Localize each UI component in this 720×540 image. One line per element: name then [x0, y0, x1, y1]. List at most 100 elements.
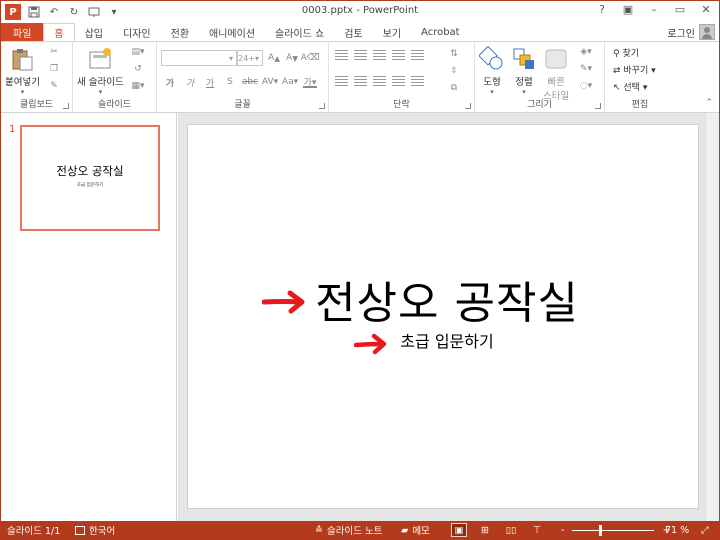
zoom-level[interactable]: 71 % [665, 525, 689, 536]
tab-review[interactable]: 검토 [334, 23, 372, 41]
group-slides: 새 슬라이드 ▾ ▤▾ ↺ ▦▾ 슬라이드 [73, 42, 157, 112]
shape-effects-icon[interactable]: ◌▾ [579, 80, 593, 92]
paragraph-launcher-icon[interactable] [465, 103, 471, 109]
shadow-icon[interactable]: S [223, 76, 237, 88]
quick-access-toolbar: P ↶ ↻ ▾ [1, 4, 121, 20]
smartart-icon[interactable]: ⧉ [447, 82, 461, 94]
line-spacing-icon[interactable] [411, 50, 424, 61]
collapse-ribbon-icon[interactable]: ⌃ [705, 98, 713, 108]
slide-thumbnail[interactable]: 전상오 공작실 초급 입문하기 [20, 125, 160, 231]
underline-icon[interactable]: 가 [203, 76, 217, 89]
slide-title[interactable]: 전상오 공작실 [188, 267, 698, 331]
font-launcher-icon[interactable] [319, 103, 325, 109]
slideshow-view-icon[interactable]: ⊤ [529, 523, 545, 537]
tab-file[interactable]: 파일 [1, 23, 44, 41]
redo-icon[interactable]: ↻ [67, 5, 81, 19]
new-slide-icon [89, 48, 112, 69]
close-button[interactable]: ✕ [697, 3, 715, 16]
justify-icon[interactable] [392, 76, 405, 87]
drawing-launcher-icon[interactable] [595, 103, 601, 109]
font-size-combo[interactable]: 24+ ▾ [237, 50, 263, 66]
powerpoint-logo-icon[interactable]: P [5, 4, 21, 20]
increase-font-icon[interactable]: A ▲ [267, 52, 281, 64]
zoom-controls: - + [561, 524, 670, 536]
shape-outline-icon[interactable]: ✎▾ [579, 63, 593, 75]
reset-icon[interactable]: ↺ [131, 63, 145, 75]
zoom-slider-thumb[interactable] [599, 524, 603, 536]
tab-animations[interactable]: 애니메이션 [199, 23, 265, 41]
format-painter-icon[interactable]: ✎ [47, 80, 61, 92]
save-icon[interactable] [27, 5, 41, 19]
slide-sorter-icon[interactable]: ⊞ [477, 523, 493, 537]
normal-view-icon[interactable]: ▣ [451, 523, 467, 537]
tab-insert[interactable]: 삽입 [75, 23, 113, 41]
reading-view-icon[interactable]: ▯▯ [503, 523, 519, 537]
tab-transitions[interactable]: 전환 [161, 23, 199, 41]
align-center-icon[interactable] [354, 76, 367, 87]
align-text-icon[interactable]: ⇳ [447, 65, 461, 77]
bullets-icon[interactable] [335, 50, 348, 61]
customize-qat-icon[interactable]: ▾ [107, 5, 121, 19]
tab-acrobat[interactable]: Acrobat [411, 23, 470, 41]
tab-slideshow[interactable]: 슬라이드 쇼 [265, 23, 334, 41]
zoom-out-button[interactable]: - [561, 525, 564, 536]
bold-icon[interactable]: 가 [163, 76, 177, 89]
clipboard-launcher-icon[interactable] [63, 103, 69, 109]
tab-design[interactable]: 디자인 [113, 23, 161, 41]
fit-slide-icon[interactable]: ⤢ [701, 525, 709, 536]
shapes-icon [479, 46, 503, 70]
decrease-font-icon[interactable]: A ▼ [285, 52, 299, 64]
minimize-button[interactable]: – [645, 3, 663, 16]
comments-button[interactable]: ▰ 메모 [401, 523, 430, 538]
tab-view[interactable]: 보기 [373, 23, 411, 41]
shape-fill-icon[interactable]: ◈▾ [579, 46, 593, 58]
avatar[interactable] [699, 24, 715, 40]
cut-icon[interactable]: ✂ [47, 46, 61, 58]
font-color-icon[interactable]: 가▾ [303, 76, 317, 88]
group-label-paragraph: 단락 [393, 100, 410, 110]
text-direction-icon[interactable]: ⇅ [447, 48, 461, 60]
notes-button[interactable]: ≙ 슬라이드 노트 [315, 523, 382, 538]
tab-home[interactable]: 홈 [43, 23, 75, 41]
zoom-slider[interactable] [572, 524, 655, 536]
ribbon-display-options-icon[interactable]: ▣ [619, 3, 637, 16]
slide-canvas[interactable]: 전상오 공작실 초급 입문하기 [187, 124, 699, 509]
find-button[interactable]: ⚲ 찾기 [613, 46, 639, 59]
paste-button[interactable]: 붙여넣기 ▾ [5, 46, 40, 96]
decrease-indent-icon[interactable] [373, 50, 386, 61]
vertical-scrollbar[interactable] [705, 113, 719, 521]
columns-icon[interactable] [411, 76, 424, 87]
font-name-combo[interactable]: ▾ [161, 50, 237, 66]
align-right-icon[interactable] [373, 76, 386, 87]
quick-styles-button[interactable]: 빠른 스타일 [543, 46, 569, 102]
copy-icon[interactable]: ❐ [47, 63, 61, 75]
strikethrough-icon[interactable]: abc [242, 76, 258, 88]
arrange-button[interactable]: 정렬 ▾ [511, 46, 537, 96]
language-indicator[interactable]: 한국어 [75, 523, 115, 537]
select-button[interactable]: ↖ 선택 ▾ [613, 80, 647, 93]
account-area[interactable]: 로그인 [667, 23, 715, 41]
align-left-icon[interactable] [335, 76, 348, 87]
italic-icon[interactable]: 가 [183, 76, 197, 89]
paste-dropdown-icon[interactable]: ▾ [21, 88, 25, 96]
restore-button[interactable]: ▭ [671, 3, 689, 16]
start-from-beginning-icon[interactable] [87, 5, 101, 19]
change-case-icon[interactable]: Aa▾ [282, 76, 298, 88]
character-spacing-icon[interactable]: AV▾ [262, 76, 278, 88]
replace-button[interactable]: ⇄ 바꾸기 ▾ [613, 63, 656, 76]
help-button[interactable]: ? [593, 3, 611, 16]
powerpoint-window: P ↶ ↻ ▾ 0003.pptx - PowerPoint ? ▣ – ▭ ✕… [0, 0, 720, 540]
increase-indent-icon[interactable] [392, 50, 405, 61]
new-slide-button[interactable]: 새 슬라이드 ▾ [77, 46, 124, 96]
undo-icon[interactable]: ↶ [47, 5, 61, 19]
login-link[interactable]: 로그인 [667, 25, 695, 40]
section-icon[interactable]: ▦▾ [131, 80, 145, 92]
layout-icon[interactable]: ▤▾ [131, 46, 145, 58]
numbering-icon[interactable] [354, 50, 367, 61]
group-label-clipboard: 클립보드 [19, 100, 54, 110]
shapes-button[interactable]: 도형 ▾ [479, 46, 505, 96]
clear-formatting-icon[interactable]: A⌫ [301, 52, 320, 64]
new-slide-dropdown-icon[interactable]: ▾ [99, 88, 103, 96]
group-font: ▾ 24+ ▾ A ▲ A ▼ A⌫ 가 가 가 S abc AV▾ Aa▾ 가▾ 글… [157, 42, 329, 112]
slide-subtitle[interactable]: 초급 입문하기 [188, 328, 698, 352]
